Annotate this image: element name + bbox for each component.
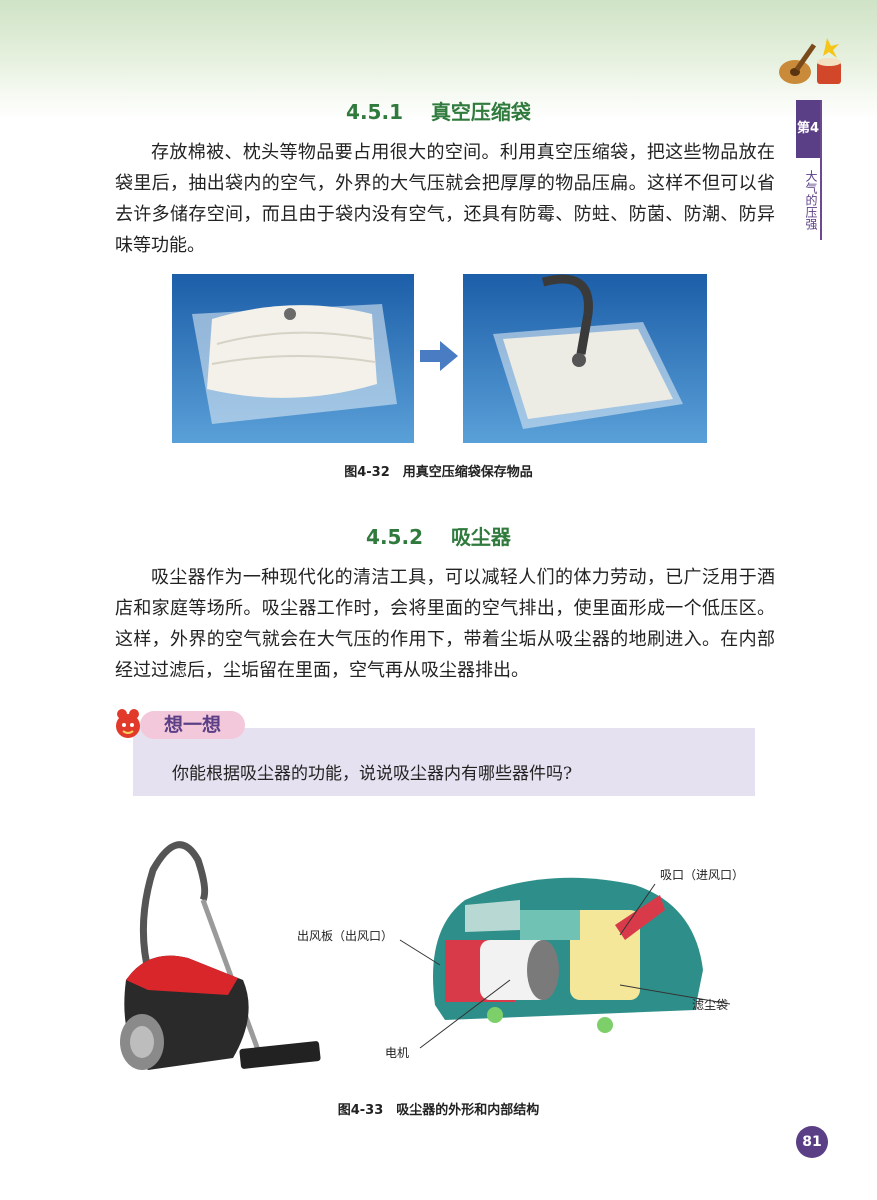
photo-bag-after [463, 274, 707, 443]
page-number: 81 [796, 1126, 828, 1158]
label-exhaust: 出风板（出风口） [297, 929, 394, 943]
section1-paragraph: 存放棉被、枕头等物品要占用很大的空间。利用真空压缩袋，把这些物品放在袋里后，抽出… [115, 142, 775, 256]
photo-bag-before [172, 274, 414, 443]
section-title: 吸尘器 [450, 525, 511, 549]
section-number: 4.5.1 [346, 100, 403, 124]
section-title: 真空压缩袋 [430, 100, 531, 124]
section-heading-4-5-1: 4.5.1 真空压缩袋 [0, 96, 877, 125]
chapter-title: 大气的压强 [804, 170, 818, 230]
figure-4-32-caption: 图4-32 用真空压缩袋保存物品 [344, 465, 533, 480]
arrow-right-icon [420, 341, 458, 371]
think-tag: 想一想 [140, 711, 245, 739]
think-question: 你能根据吸尘器的功能，说说吸尘器内有哪些器件吗? [172, 764, 573, 784]
label-motor: 电机 [385, 1046, 410, 1060]
label-filter-bag: 滤尘袋 [692, 998, 729, 1012]
vacuum-cleaner-cutaway [433, 877, 703, 1033]
figure-4-33-caption: 图4-33 吸尘器的外形和内部结构 [337, 1103, 540, 1118]
vacuum-cleaner-exterior [120, 841, 321, 1070]
guitar-drum-illustration [779, 38, 841, 84]
section2-paragraph: 吸尘器作为一种现代化的清洁工具，可以减轻人们的体力劳动，已广泛用于酒店和家庭等场… [115, 567, 775, 681]
label-intake: 吸口（进风口） [660, 868, 745, 882]
section-heading-4-5-2: 4.5.2 吸尘器 [0, 521, 877, 550]
section-number: 4.5.2 [366, 525, 423, 549]
